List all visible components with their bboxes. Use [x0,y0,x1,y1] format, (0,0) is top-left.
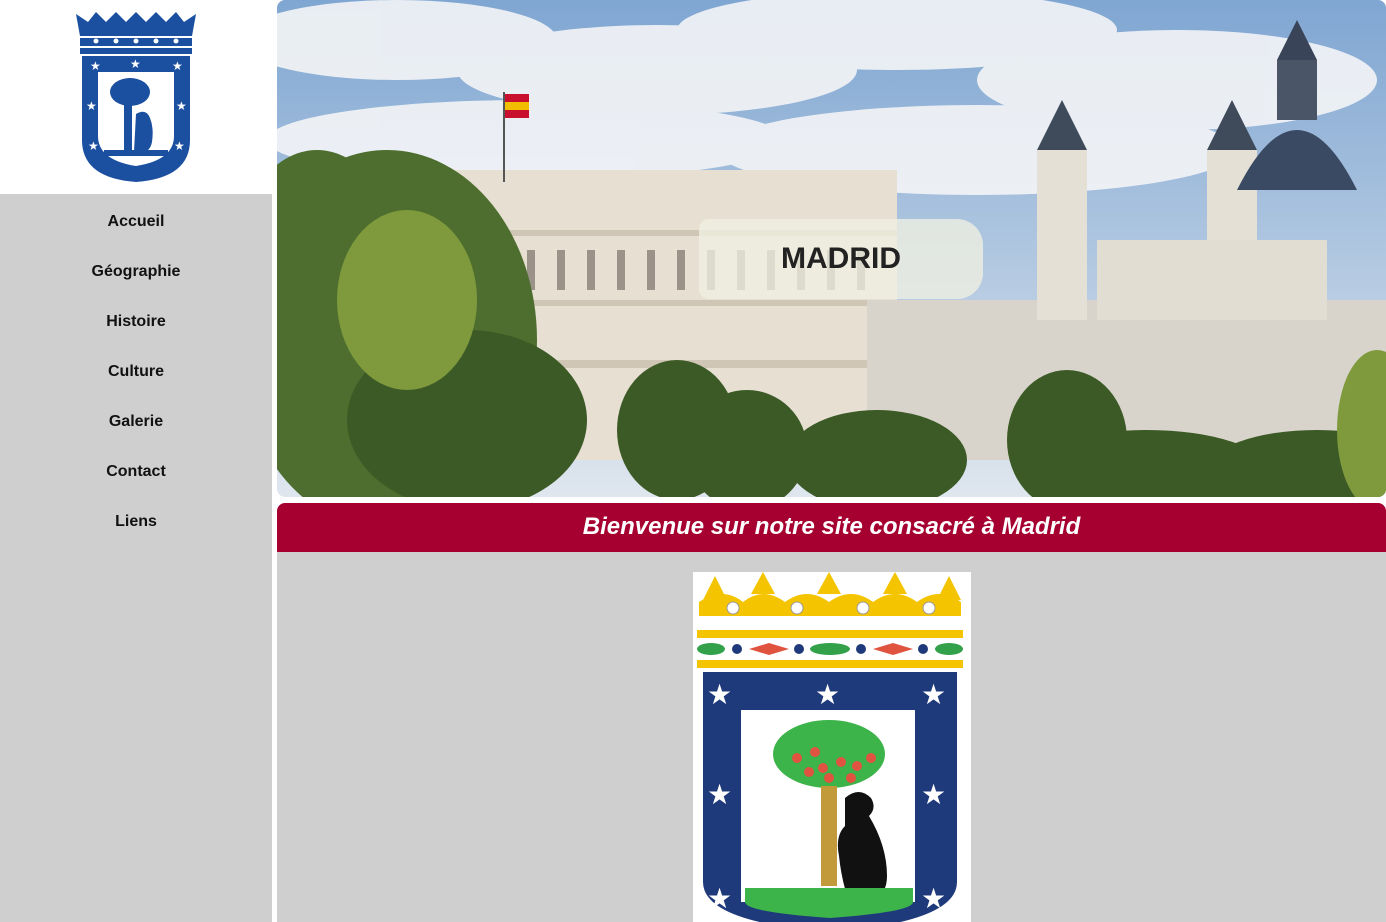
svg-text:★: ★ [707,778,732,811]
hero-banner: MADRID [277,0,1386,497]
sidebar-nav: Accueil Géographie Histoire Culture Gale… [0,194,272,922]
main-content: ★ ★ ★ ★ ★ ★ ★ [277,552,1386,922]
sidebar: ★ ★ ★ ★ ★ ★ ★ Accueil Géographie Histoir… [0,0,273,922]
nav-item-accueil[interactable]: Accueil [0,194,272,244]
svg-text:★: ★ [921,778,946,811]
site-logo[interactable]: ★ ★ ★ ★ ★ ★ ★ [0,0,273,194]
svg-text:★: ★ [172,59,183,73]
nav-item-geographie[interactable]: Géographie [0,244,272,294]
svg-text:★: ★ [130,57,141,71]
welcome-banner: Bienvenue sur notre site consacré à Madr… [277,503,1386,552]
nav-item-liens[interactable]: Liens [0,494,272,544]
madrid-coat-of-arms-icon: ★ ★ ★ ★ ★ ★ ★ [693,572,971,922]
nav-item-contact[interactable]: Contact [0,444,272,494]
svg-text:★: ★ [174,139,185,153]
svg-text:★: ★ [921,882,946,915]
nav-item-histoire[interactable]: Histoire [0,294,272,344]
nav-item-culture[interactable]: Culture [0,344,272,394]
hero-title: MADRID [699,219,983,299]
svg-text:★: ★ [815,678,840,711]
nav-item-galerie[interactable]: Galerie [0,394,272,444]
svg-text:★: ★ [88,139,99,153]
svg-text:★: ★ [86,99,97,113]
madrid-coat-of-arms-icon: ★ ★ ★ ★ ★ ★ ★ [76,12,196,182]
svg-text:★: ★ [90,59,101,73]
svg-text:★: ★ [921,678,946,711]
svg-text:★: ★ [176,99,187,113]
svg-text:★: ★ [707,678,732,711]
svg-text:★: ★ [707,882,732,915]
